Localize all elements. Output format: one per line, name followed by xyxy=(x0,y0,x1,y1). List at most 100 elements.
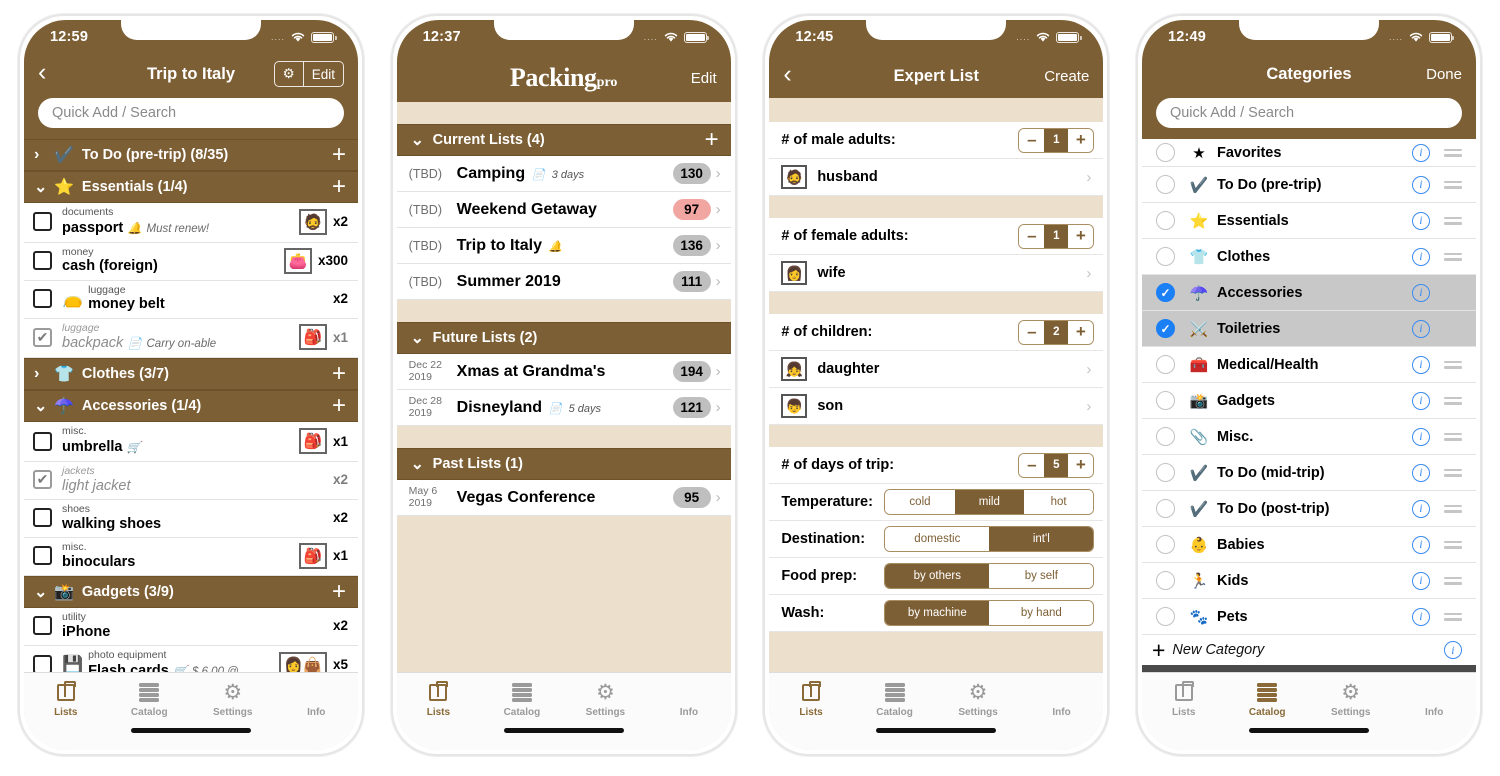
tab-info[interactable]: i Info xyxy=(275,680,359,718)
stepper-minus-button[interactable]: – xyxy=(1019,453,1045,477)
tab-info[interactable]: i Info xyxy=(1392,680,1476,718)
category-radio[interactable]: ✓ xyxy=(1155,283,1175,302)
drag-handle-icon[interactable] xyxy=(1430,612,1476,621)
category-radio[interactable] xyxy=(1155,463,1175,482)
tab-catalog[interactable]: Catalog xyxy=(108,680,192,718)
item-checkbox[interactable]: ✔ xyxy=(33,470,52,490)
category-radio[interactable] xyxy=(1155,247,1175,266)
tab-settings[interactable]: ⚙ Settings xyxy=(191,680,275,718)
item-checkbox[interactable] xyxy=(33,616,52,636)
category-row-todo-posttrip[interactable]: ✔️ To Do (post-trip) i xyxy=(1141,491,1476,527)
add-item-button[interactable]: + xyxy=(332,143,346,167)
segment-option[interactable]: by machine xyxy=(885,601,990,625)
table-row[interactable]: 💾 photo equipment Flash cards 🛒 $ 6.00 @… xyxy=(24,645,358,672)
table-row[interactable]: misc. binoculars 🎒 x1 xyxy=(24,537,358,576)
category-row-clothes[interactable]: 👕 Clothes i xyxy=(1141,239,1476,275)
category-row-misc[interactable]: 📎 Misc. i xyxy=(1141,419,1476,455)
tab-lists[interactable]: Lists xyxy=(24,680,108,718)
drag-handle-icon[interactable] xyxy=(1430,432,1476,441)
tab-catalog[interactable]: Catalog xyxy=(853,680,937,718)
add-item-button[interactable]: + xyxy=(332,175,346,199)
group-header-current-lists[interactable]: ⌄ Current Lists (4) + xyxy=(396,124,731,156)
list-item[interactable]: Dec 28 2019 Disneyland 📄 5 days 121 › xyxy=(396,390,731,426)
segment-option[interactable]: cold xyxy=(885,490,955,514)
table-row[interactable]: misc. umbrella 🛒 🎒 x1 xyxy=(24,422,358,462)
info-button[interactable]: i xyxy=(1411,499,1430,518)
add-item-button[interactable]: + xyxy=(332,394,346,418)
back-chevron-icon[interactable]: ‹ xyxy=(38,59,46,85)
tab-lists[interactable]: Lists xyxy=(397,680,481,718)
add-item-button[interactable]: + xyxy=(332,579,346,604)
info-button[interactable]: i xyxy=(1411,607,1430,626)
category-row-favorites[interactable]: ★ Favorites i xyxy=(1141,139,1476,167)
item-checkbox[interactable] xyxy=(33,289,52,309)
segment-option[interactable]: by others xyxy=(885,564,990,588)
gear-icon[interactable]: ⚙ xyxy=(275,62,303,86)
item-checkbox[interactable] xyxy=(33,251,52,271)
section-header-essentials[interactable]: ⌄ ⭐ Essentials (1/4) + xyxy=(24,171,358,203)
info-button[interactable]: i xyxy=(1411,571,1430,590)
section-header-accessories[interactable]: ⌄ ☂️ Accessories (1/4) + xyxy=(24,390,358,423)
info-button[interactable]: i xyxy=(1411,175,1430,194)
item-checkbox[interactable] xyxy=(33,212,52,232)
tab-catalog[interactable]: Catalog xyxy=(480,680,564,718)
drag-handle-icon[interactable] xyxy=(1430,325,1476,333)
item-checkbox[interactable] xyxy=(33,431,52,451)
list-item[interactable]: Dec 22 2019 Xmas at Grandma's 194 › xyxy=(396,354,731,390)
drag-handle-icon[interactable] xyxy=(1430,252,1476,261)
info-button[interactable]: i xyxy=(1411,427,1430,446)
tab-catalog[interactable]: Catalog xyxy=(1225,680,1309,718)
segment-option[interactable]: by self xyxy=(989,564,1094,588)
info-button[interactable]: i xyxy=(1411,247,1430,266)
segment-option[interactable]: mild xyxy=(954,490,1024,514)
list-item[interactable]: (TBD) Trip to Italy 🔔 136 › xyxy=(396,228,731,264)
info-button[interactable]: i xyxy=(1443,641,1462,659)
drag-handle-icon[interactable] xyxy=(1430,468,1476,477)
group-header-past-lists[interactable]: ⌄ Past Lists (1) xyxy=(396,448,731,480)
add-item-button[interactable]: + xyxy=(332,362,346,386)
category-radio[interactable] xyxy=(1155,571,1175,590)
edit-button[interactable]: Edit xyxy=(302,62,343,86)
person-row-son[interactable]: 👦 son › xyxy=(769,388,1104,425)
category-radio[interactable] xyxy=(1155,607,1175,626)
table-row[interactable]: ✔ luggage backpack 📄 Carry on-able 🎒 x1 xyxy=(24,318,358,359)
tab-info[interactable]: i Info xyxy=(1020,680,1104,718)
info-button[interactable]: i xyxy=(1411,355,1430,374)
stepper-minus-button[interactable]: – xyxy=(1019,224,1045,248)
stepper-minus-button[interactable]: – xyxy=(1019,320,1045,344)
item-checkbox[interactable] xyxy=(33,655,52,672)
segment-option[interactable]: hot xyxy=(1023,490,1094,514)
add-list-button[interactable]: + xyxy=(705,128,719,152)
tab-settings[interactable]: ⚙ Settings xyxy=(1309,680,1393,718)
list-item[interactable]: (TBD) Weekend Getaway 97 › xyxy=(396,192,731,228)
table-row[interactable]: utility iPhone x2 xyxy=(24,607,358,646)
group-header-future-lists[interactable]: ⌄ Future Lists (2) xyxy=(396,322,731,354)
category-row-todo-midtrip[interactable]: ✔️ To Do (mid-trip) i xyxy=(1141,455,1476,491)
tab-info[interactable]: i Info xyxy=(647,680,731,718)
drag-handle-icon[interactable] xyxy=(1430,504,1476,513)
back-chevron-icon[interactable]: ‹ xyxy=(783,61,791,87)
category-radio[interactable] xyxy=(1155,211,1175,230)
drag-handle-icon[interactable] xyxy=(1430,289,1476,297)
stepper-plus-button[interactable]: + xyxy=(1068,320,1094,344)
table-row[interactable]: money cash (foreign) 👛 x300 xyxy=(24,242,358,281)
category-row-toiletries[interactable]: ✓ ⚔️ Toiletries i xyxy=(1141,311,1476,347)
list-item[interactable]: (TBD) Summer 2019 111 › xyxy=(396,264,731,300)
info-button[interactable]: i xyxy=(1411,391,1430,410)
edit-button[interactable]: Edit xyxy=(691,70,717,87)
category-radio[interactable] xyxy=(1155,391,1175,410)
category-row-pets[interactable]: 🐾 Pets i xyxy=(1141,599,1476,635)
category-radio[interactable] xyxy=(1155,427,1175,446)
item-checkbox[interactable] xyxy=(33,508,52,528)
search-input[interactable]: Quick Add / Search xyxy=(38,98,344,128)
stepper-plus-button[interactable]: + xyxy=(1068,453,1094,477)
tab-settings[interactable]: ⚙ Settings xyxy=(936,680,1020,718)
table-row[interactable]: 👝 luggage money belt x2 xyxy=(24,280,358,319)
drag-handle-icon[interactable] xyxy=(1430,148,1476,157)
done-button[interactable]: Done xyxy=(1426,66,1462,83)
drag-handle-icon[interactable] xyxy=(1430,540,1476,549)
category-row-kids[interactable]: 🏃 Kids i xyxy=(1141,563,1476,599)
tab-lists[interactable]: Lists xyxy=(1142,680,1226,718)
person-row-husband[interactable]: 🧔 husband › xyxy=(769,159,1104,196)
item-checkbox[interactable] xyxy=(33,546,52,566)
